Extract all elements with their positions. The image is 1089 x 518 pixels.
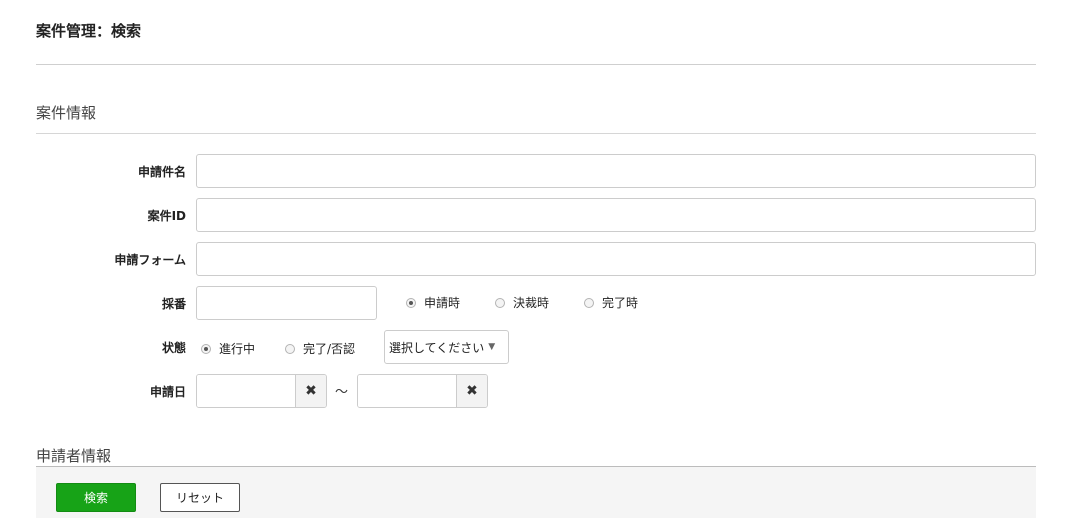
- date-range-separator: ～: [335, 385, 349, 400]
- radio-dot-checked[interactable]: [406, 297, 416, 308]
- case-id-label: 案件ID: [147, 209, 186, 223]
- radio-label: 進行中: [219, 342, 256, 356]
- reset-button[interactable]: リセット: [160, 483, 240, 512]
- section-divider: [36, 133, 1036, 134]
- radio-numbering-on-completion[interactable]: 完了時: [584, 294, 638, 311]
- radio-label: 申請時: [424, 296, 461, 310]
- section-title-applicant-info: 申請者情報: [36, 447, 112, 465]
- page-title: 案件管理：検索: [36, 22, 142, 40]
- status-select[interactable]: 選択してください ▼: [384, 330, 509, 364]
- date-to-input[interactable]: [358, 375, 456, 407]
- radio-dot[interactable]: [495, 297, 505, 308]
- radio-dot-checked[interactable]: [201, 343, 211, 354]
- search-button[interactable]: 検索: [56, 483, 136, 512]
- status-select-value: 選択してください: [389, 340, 485, 355]
- radio-numbering-on-approval[interactable]: 決裁時: [495, 294, 549, 311]
- title-divider: [36, 64, 1036, 65]
- radio-dot[interactable]: [285, 343, 295, 354]
- application-form-label: 申請フォーム: [114, 253, 186, 267]
- case-id-input[interactable]: [196, 198, 1036, 232]
- application-name-input[interactable]: [196, 154, 1036, 188]
- application-name-label: 申請件名: [137, 165, 186, 179]
- radio-label: 完了/否認: [303, 342, 356, 356]
- numbering-label: 採番: [161, 297, 186, 311]
- radio-dot[interactable]: [584, 297, 594, 308]
- application-form-input[interactable]: [196, 242, 1036, 276]
- radio-label: 決裁時: [513, 296, 550, 310]
- radio-status-in-progress[interactable]: 進行中: [201, 340, 255, 357]
- footer-action-bar: 検索 リセット: [36, 466, 1036, 518]
- chevron-down-icon: ▼: [488, 342, 496, 352]
- status-label: 状態: [161, 341, 186, 355]
- close-icon[interactable]: ✖: [295, 375, 326, 407]
- close-icon[interactable]: ✖: [456, 375, 487, 407]
- numbering-input[interactable]: [196, 286, 377, 320]
- date-from-group: ✖: [196, 374, 327, 408]
- date-to-group: ✖: [357, 374, 488, 408]
- date-from-input[interactable]: [197, 375, 295, 407]
- radio-status-completed-rejected[interactable]: 完了/否認: [285, 340, 355, 357]
- radio-label: 完了時: [602, 296, 639, 310]
- section-title-case-info: 案件情報: [36, 104, 97, 122]
- application-date-label: 申請日: [149, 385, 186, 399]
- radio-numbering-on-application[interactable]: 申請時: [406, 294, 460, 311]
